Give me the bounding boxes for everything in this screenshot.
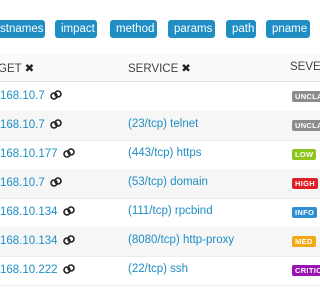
- target-ip-cell[interactable]: 168.10.222: [0, 263, 75, 276]
- target-ip-cell[interactable]: 168.10.134: [0, 205, 75, 218]
- target-ip-link[interactable]: 168.10.134: [0, 206, 58, 218]
- close-icon[interactable]: ✖: [181, 63, 191, 75]
- severity-badge: CRITIC: [292, 265, 320, 276]
- column-header-severity[interactable]: SEVER: [290, 61, 320, 73]
- filter-tag[interactable]: method: [110, 20, 157, 38]
- target-ip-link[interactable]: 168.10.222: [0, 264, 58, 276]
- severity-badge: INFO: [292, 207, 318, 218]
- close-icon[interactable]: ✖: [25, 63, 35, 75]
- severity-badge: UNCLA: [292, 120, 320, 131]
- filter-tag[interactable]: impact: [55, 20, 97, 38]
- service-link[interactable]: (111/tcp) rpcbind: [128, 205, 213, 217]
- target-ip-cell[interactable]: 168.10.134: [0, 234, 75, 247]
- target-ip-cell[interactable]: 168.10.177: [0, 147, 75, 160]
- service-link[interactable]: (443/tcp) https: [128, 147, 202, 159]
- target-ip-cell[interactable]: 168.10.7: [0, 89, 62, 102]
- link-chain-icon[interactable]: [49, 118, 62, 130]
- severity-badge: MED: [292, 236, 316, 247]
- target-ip-link[interactable]: 168.10.7: [0, 177, 45, 189]
- service-link[interactable]: (23/tcp) telnet: [128, 118, 198, 130]
- target-ip-link[interactable]: 168.10.177: [0, 148, 58, 160]
- column-header-service[interactable]: SERVICE ✖: [128, 61, 191, 75]
- service-link[interactable]: (8080/tcp) http-proxy: [128, 234, 234, 246]
- table-row[interactable]: 168.10.7 UNCLA: [0, 82, 320, 112]
- filter-tag[interactable]: pname: [266, 20, 310, 38]
- table-row[interactable]: 168.10.7 (53/tcp) domain HIGH: [0, 169, 320, 199]
- table-row[interactable]: 168.10.134 (111/tcp) rpcbind INFO: [0, 198, 320, 228]
- target-ip-link[interactable]: 168.10.7: [0, 119, 45, 131]
- target-ip-link[interactable]: 168.10.7: [0, 90, 45, 102]
- severity-badge: UNCLA: [292, 91, 320, 102]
- link-chain-icon[interactable]: [62, 263, 75, 275]
- filter-tag[interactable]: path: [226, 20, 256, 38]
- filter-tag[interactable]: stnames: [0, 20, 45, 38]
- table-row[interactable]: 168.10.7 (23/tcp) telnet UNCLA: [0, 111, 320, 141]
- column-header-label: SEVER: [290, 61, 320, 73]
- column-header-label: GET: [0, 63, 22, 75]
- target-ip-link[interactable]: 168.10.134: [0, 235, 58, 247]
- table-row[interactable]: 168.10.222 (22/tcp) ssh CRITIC: [0, 256, 320, 286]
- link-chain-icon[interactable]: [49, 176, 62, 188]
- column-header-target[interactable]: GET ✖: [0, 61, 34, 75]
- table-header: GET✖ SERVICE✖ SEVER: [0, 54, 320, 82]
- target-ip-cell[interactable]: 168.10.7: [0, 118, 62, 131]
- severity-badge: HIGH: [292, 178, 318, 189]
- table-row[interactable]: 168.10.177 (443/tcp) https LOW: [0, 140, 320, 170]
- target-ip-cell[interactable]: 168.10.7: [0, 176, 62, 189]
- table-row[interactable]: 168.10.134 (8080/tcp) http-proxy MED: [0, 227, 320, 257]
- link-chain-icon[interactable]: [49, 89, 62, 101]
- link-chain-icon[interactable]: [62, 234, 75, 246]
- service-link[interactable]: (22/tcp) ssh: [128, 263, 188, 275]
- link-chain-icon[interactable]: [62, 205, 75, 217]
- column-header-label: SERVICE: [128, 63, 179, 75]
- link-chain-icon[interactable]: [62, 147, 75, 159]
- service-link[interactable]: (53/tcp) domain: [128, 176, 208, 188]
- filter-tag[interactable]: params: [168, 20, 215, 38]
- severity-badge: LOW: [292, 149, 317, 160]
